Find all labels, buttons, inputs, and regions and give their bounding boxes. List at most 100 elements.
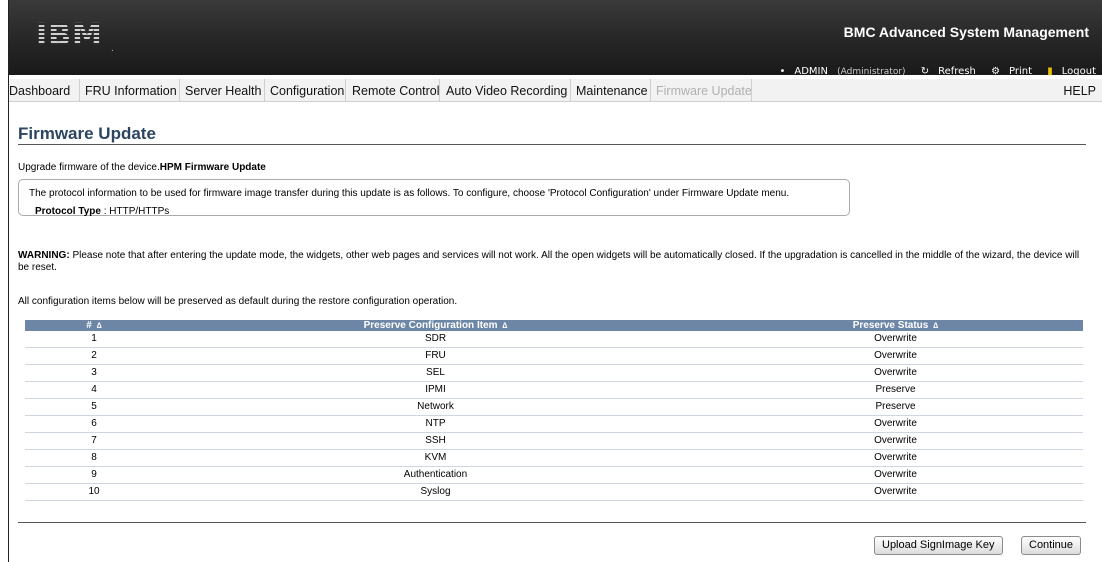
- page-title: Firmware Update: [18, 124, 156, 143]
- nav-fru-information[interactable]: FRU Information: [85, 84, 177, 98]
- refresh-link[interactable]: ↻ Refresh: [915, 66, 976, 77]
- preserve-note: All configuration items below will be pr…: [18, 296, 458, 307]
- row-status: Overwrite: [708, 364, 1083, 382]
- row-number: 10: [25, 483, 163, 501]
- sort-icon: ∆: [96, 321, 102, 330]
- protocol-info-box: The protocol information to be used for …: [18, 179, 850, 217]
- row-item: Network: [163, 398, 708, 416]
- row-item: SDR: [163, 331, 708, 348]
- table-row[interactable]: 4 IPMI Preserve: [25, 381, 1083, 399]
- table-row[interactable]: 10 Syslog Overwrite: [25, 483, 1083, 501]
- nav-divider: [264, 79, 265, 102]
- nav-firmware-update[interactable]: Firmware Update: [656, 84, 752, 98]
- column-header-status[interactable]: Preserve Status ∆: [708, 320, 1083, 331]
- protocol-info-text: The protocol information to be used for …: [29, 188, 790, 199]
- nav-divider: [179, 79, 180, 102]
- row-status: Overwrite: [708, 449, 1083, 467]
- nav-divider: [345, 79, 346, 102]
- nav-divider: [650, 79, 651, 102]
- preserve-config-table: # ∆ Preserve Configuration Item ∆ Preserve…: [25, 320, 1083, 501]
- row-item: KVM: [163, 449, 708, 467]
- nav-maintenance[interactable]: Maintenance: [576, 84, 648, 98]
- warning-message: WARNING: Please note that after entering…: [18, 250, 1088, 274]
- row-status: Overwrite: [708, 415, 1083, 433]
- print-link[interactable]: ⚙ Print: [985, 66, 1032, 77]
- row-status: Overwrite: [708, 466, 1083, 484]
- row-item: FRU: [163, 347, 708, 365]
- column-header-label: Preserve Configuration Item: [363, 320, 498, 331]
- user-role: (Administrator): [837, 67, 906, 77]
- help-link[interactable]: HELP: [1063, 84, 1096, 98]
- protocol-type-value: : HTTP/HTTPs: [103, 206, 170, 217]
- row-item: IPMI: [163, 381, 708, 399]
- app-title: BMC Advanced System Management: [843, 24, 1089, 40]
- logout-link[interactable]: ▮ Logout: [1041, 66, 1096, 77]
- row-number: 6: [25, 415, 163, 433]
- column-header-label: #: [86, 320, 92, 331]
- print-label: Print: [1009, 66, 1033, 77]
- column-header-item[interactable]: Preserve Configuration Item ∆: [163, 320, 708, 331]
- nav-server-health[interactable]: Server Health: [185, 84, 261, 98]
- user-icon: •: [779, 66, 786, 77]
- logout-icon: ▮: [1047, 66, 1053, 77]
- protocol-type-row: Protocol Type : HTTP/HTTPs: [35, 206, 849, 217]
- user-info: • ADMIN (Administrator): [773, 66, 905, 77]
- user-status-bar: • ADMIN (Administrator) ↻ Refresh ⚙ Print ▮…: [767, 66, 1096, 77]
- upload-signimage-key-button[interactable]: Upload SignImage Key: [874, 536, 1003, 555]
- warning-text: Please note that after entering the upda…: [18, 250, 1080, 273]
- row-status: Overwrite: [708, 347, 1083, 365]
- table-row[interactable]: 9 Authentication Overwrite: [25, 466, 1083, 484]
- subtitle-text: Upgrade firmware of the device.: [18, 162, 160, 173]
- warning-label: WARNING:: [18, 250, 70, 261]
- nav-divider: [570, 79, 571, 102]
- logout-label: Logout: [1061, 66, 1096, 77]
- nav-divider: [79, 79, 80, 102]
- table-row[interactable]: 7 SSH Overwrite: [25, 432, 1083, 450]
- row-number: 3: [25, 364, 163, 382]
- row-status: Overwrite: [708, 483, 1083, 501]
- sort-icon: ∆: [502, 321, 508, 330]
- sort-icon: ∆: [933, 321, 939, 330]
- row-number: 7: [25, 432, 163, 450]
- row-item: SEL: [163, 364, 708, 382]
- row-number: 5: [25, 398, 163, 416]
- row-item: Syslog: [163, 483, 708, 501]
- column-header-number[interactable]: # ∆: [25, 320, 163, 331]
- table-row[interactable]: 2 FRU Overwrite: [25, 347, 1083, 365]
- table-row[interactable]: 8 KVM Overwrite: [25, 449, 1083, 467]
- nav-dashboard[interactable]: Dashboard: [9, 84, 70, 98]
- user-name: ADMIN: [794, 66, 828, 77]
- nav-configuration[interactable]: Configuration: [270, 84, 344, 98]
- table-row[interactable]: 1 SDR Overwrite: [25, 331, 1083, 348]
- nav-remote-control[interactable]: Remote Control: [352, 84, 440, 98]
- row-number: 4: [25, 381, 163, 399]
- row-status: Overwrite: [708, 432, 1083, 450]
- title-divider: [18, 144, 1086, 145]
- row-number: 8: [25, 449, 163, 467]
- bottom-divider: [18, 522, 1086, 523]
- row-number: 1: [25, 331, 163, 348]
- nav-auto-video-recording[interactable]: Auto Video Recording: [446, 84, 567, 98]
- column-header-label: Preserve Status: [852, 320, 929, 331]
- row-status: Overwrite: [708, 331, 1083, 348]
- page-subtitle: Upgrade firmware of the device.HPM Firmw…: [18, 162, 266, 173]
- print-icon: ⚙: [991, 66, 1001, 77]
- row-status: Preserve: [708, 398, 1083, 416]
- row-item: NTP: [163, 415, 708, 433]
- row-item: Authentication: [163, 466, 708, 484]
- row-number: 9: [25, 466, 163, 484]
- subtitle-bold: HPM Firmware Update: [159, 162, 266, 173]
- app-frame: IBM . BMC Advanced System Management • AD…: [9, 0, 1102, 562]
- refresh-label: Refresh: [938, 66, 976, 77]
- window-left-edge: [0, 0, 9, 562]
- table-row[interactable]: 5 Network Preserve: [25, 398, 1083, 416]
- top-banner: IBM . BMC Advanced System Management • AD…: [9, 0, 1102, 77]
- table-row[interactable]: 6 NTP Overwrite: [25, 415, 1083, 433]
- row-item: SSH: [163, 432, 708, 450]
- table-row[interactable]: 3 SEL Overwrite: [25, 364, 1083, 382]
- nav-divider: [751, 79, 752, 102]
- logo-trademark-dot: .: [111, 43, 114, 54]
- ibm-logo: IBM: [36, 18, 103, 53]
- continue-button[interactable]: Continue: [1021, 536, 1082, 555]
- refresh-icon: ↻: [920, 66, 930, 77]
